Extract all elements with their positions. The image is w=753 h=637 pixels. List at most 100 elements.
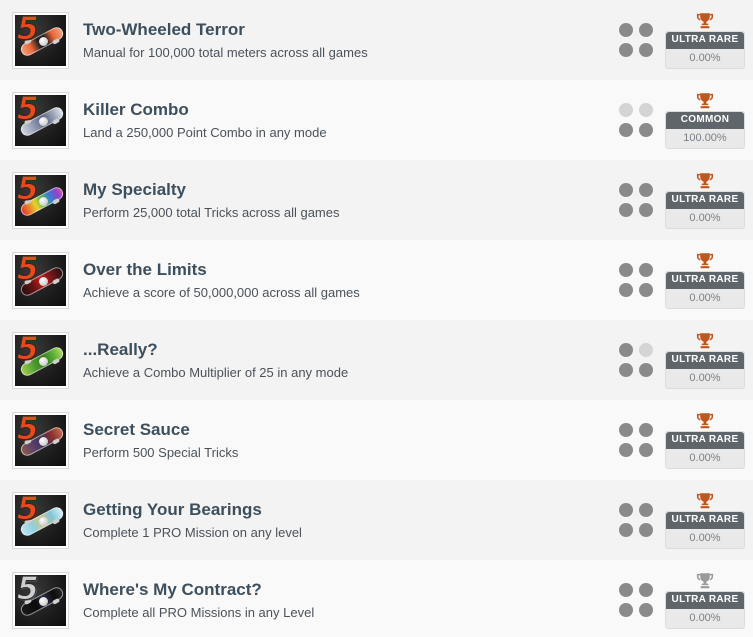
trophy-icon	[696, 412, 714, 429]
progress-dot-1	[619, 423, 633, 437]
trophy-thumbnail[interactable]: 5	[12, 571, 69, 629]
progress-dot-4	[639, 203, 653, 217]
trophy-thumbnail[interactable]: 5	[12, 171, 69, 229]
trophy-row[interactable]: 5 Killer Combo Land a 250,000 Point Combo …	[0, 80, 753, 160]
rarity-card[interactable]: ULTRA RARE 0.00%	[665, 590, 745, 629]
trophy-meta: ULTRA RARE 0.00%	[619, 560, 753, 637]
progress-dot-4	[639, 283, 653, 297]
trophy-thumbnail-image: 5	[15, 14, 66, 66]
trophy-text-block: Two-Wheeled Terror Manual for 100,000 tot…	[83, 19, 619, 62]
progress-dot-3	[619, 523, 633, 537]
trophy-thumbnail-image: 5	[15, 574, 66, 626]
progress-dot-1	[619, 343, 633, 357]
trophy-title[interactable]: My Specialty	[83, 179, 619, 201]
trophy-title[interactable]: Where's My Contract?	[83, 579, 619, 601]
skateboard-wheel-icon	[39, 516, 48, 526]
progress-dot-4	[639, 603, 653, 617]
trophy-thumbnail[interactable]: 5	[12, 91, 69, 149]
progress-dot-2	[639, 183, 653, 197]
trophy-title[interactable]: Getting Your Bearings	[83, 499, 619, 521]
rarity-card[interactable]: COMMON 100.00%	[665, 110, 745, 149]
rarity-percent: 0.00%	[689, 51, 721, 64]
trophy-thumbnail[interactable]: 5	[12, 11, 69, 69]
trophy-text-block: ...Really? Achieve a Combo Multiplier of …	[83, 339, 619, 382]
trophy-thumbnail-image: 5	[15, 414, 66, 466]
trophy-thumbnail-image: 5	[15, 94, 66, 146]
trophy-description: Perform 25,000 total Tricks across all g…	[83, 204, 340, 220]
trophy-meta: COMMON 100.00%	[619, 80, 753, 160]
progress-dot-2	[639, 23, 653, 37]
rarity-percent: 0.00%	[689, 211, 721, 224]
trophy-row[interactable]: 5 ...Really? Achieve a Combo Multiplier of…	[0, 320, 753, 400]
trophy-title[interactable]: Killer Combo	[83, 99, 619, 121]
rarity-label: ULTRA RARE	[666, 511, 744, 529]
rarity-card[interactable]: ULTRA RARE 0.00%	[665, 510, 745, 549]
trophy-icon	[696, 492, 714, 509]
skateboard-wheel-icon	[39, 36, 48, 46]
trophy-description: Complete all PRO Missions in any Level	[83, 604, 315, 620]
rarity-column: ULTRA RARE 0.00%	[665, 332, 745, 389]
trophy-row[interactable]: 5 Where's My Contract? Complete all PRO Mi…	[0, 560, 753, 637]
game-logo-five: 5	[17, 174, 40, 207]
rarity-card[interactable]: ULTRA RARE 0.00%	[665, 430, 745, 469]
progress-dot-3	[619, 123, 633, 137]
trophy-row[interactable]: 5 My Specialty Perform 25,000 total Tricks…	[0, 160, 753, 240]
rarity-column: ULTRA RARE 0.00%	[665, 172, 745, 229]
rarity-card[interactable]: ULTRA RARE 0.00%	[665, 270, 745, 309]
progress-dot-grid	[619, 183, 653, 217]
rarity-percent: 0.00%	[689, 531, 721, 544]
trophy-meta: ULTRA RARE 0.00%	[619, 400, 753, 480]
trophy-row[interactable]: 5 Two-Wheeled Terror Manual for 100,000 to…	[0, 0, 753, 80]
trophy-row[interactable]: 5 Secret Sauce Perform 500 Special Tricks U…	[0, 400, 753, 480]
rarity-card[interactable]: ULTRA RARE 0.00%	[665, 350, 745, 389]
rarity-percent: 0.00%	[689, 451, 721, 464]
rarity-label: COMMON	[666, 111, 744, 129]
progress-dot-2	[639, 263, 653, 277]
progress-dot-2	[639, 423, 653, 437]
trophy-thumbnail-image: 5	[15, 494, 66, 546]
trophy-thumbnail-image: 5	[15, 174, 66, 226]
rarity-column: ULTRA RARE 0.00%	[665, 252, 745, 309]
rarity-label: ULTRA RARE	[666, 191, 744, 209]
rarity-column: ULTRA RARE 0.00%	[665, 572, 745, 629]
progress-dot-4	[639, 363, 653, 377]
skateboard-wheel-icon	[39, 356, 48, 366]
rarity-label: ULTRA RARE	[666, 351, 744, 369]
progress-dot-1	[619, 263, 633, 277]
rarity-percent: 0.00%	[689, 371, 721, 384]
trophy-row[interactable]: 5 Getting Your Bearings Complete 1 PRO Mis…	[0, 480, 753, 560]
trophy-icon	[696, 572, 714, 589]
progress-dot-4	[639, 43, 653, 57]
rarity-column: ULTRA RARE 0.00%	[665, 492, 745, 549]
trophy-thumbnail[interactable]: 5	[12, 491, 69, 549]
skateboard-wheel-icon	[39, 116, 48, 126]
trophy-list: 5 Two-Wheeled Terror Manual for 100,000 to…	[0, 0, 753, 637]
trophy-title[interactable]: Two-Wheeled Terror	[83, 19, 619, 41]
trophy-row[interactable]: 5 Over the Limits Achieve a score of 50,00…	[0, 240, 753, 320]
trophy-icon	[696, 252, 714, 269]
trophy-meta: ULTRA RARE 0.00%	[619, 240, 753, 320]
progress-dot-1	[619, 583, 633, 597]
rarity-card[interactable]: ULTRA RARE 0.00%	[665, 30, 745, 69]
trophy-text-block: Killer Combo Land a 250,000 Point Combo i…	[83, 99, 619, 142]
trophy-title[interactable]: ...Really?	[83, 339, 619, 361]
game-logo-five: 5	[17, 94, 40, 127]
trophy-thumbnail[interactable]: 5	[12, 251, 69, 309]
game-logo-five: 5	[17, 334, 40, 367]
skateboard-wheel-icon	[39, 196, 48, 206]
trophy-thumbnail-image: 5	[15, 254, 66, 306]
progress-dot-2	[639, 343, 653, 357]
progress-dot-grid	[619, 23, 653, 57]
progress-dot-grid	[619, 103, 653, 137]
game-logo-five: 5	[17, 494, 40, 527]
trophy-meta: ULTRA RARE 0.00%	[619, 480, 753, 560]
trophy-thumbnail[interactable]: 5	[12, 331, 69, 389]
progress-dot-2	[639, 503, 653, 517]
trophy-thumbnail[interactable]: 5	[12, 411, 69, 469]
rarity-card[interactable]: ULTRA RARE 0.00%	[665, 190, 745, 229]
trophy-title[interactable]: Over the Limits	[83, 259, 619, 281]
rarity-column: ULTRA RARE 0.00%	[665, 412, 745, 469]
trophy-title[interactable]: Secret Sauce	[83, 419, 619, 441]
trophy-text-block: My Specialty Perform 25,000 total Tricks …	[83, 179, 619, 222]
trophy-meta: ULTRA RARE 0.00%	[619, 160, 753, 240]
